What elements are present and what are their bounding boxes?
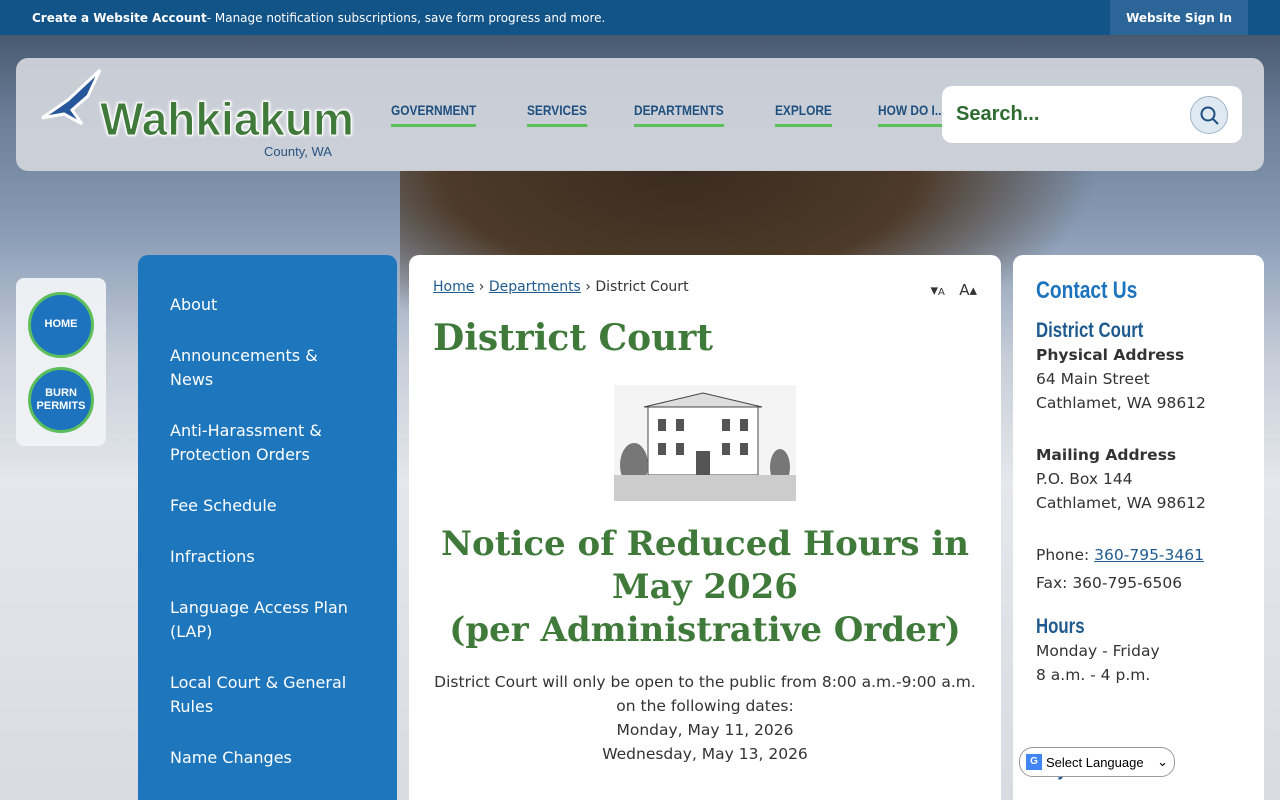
sidebar-item-language-access[interactable]: Language Access Plan (LAP) [138,596,397,644]
notice-heading: Notice of Reduced Hours in May 2026 (per … [440,524,970,650]
search-input[interactable] [956,98,1176,130]
chevron-down-icon: ⌄ [1157,754,1168,769]
sidebar-item-name-changes[interactable]: Name Changes [138,746,397,770]
logo[interactable]: Wahkiakum County, WA [38,66,354,166]
search-box [942,86,1242,143]
contact-title: Contact Us [1036,277,1138,304]
search-icon [1200,106,1219,125]
hours-heading: Hours [1036,615,1085,638]
sidebar-item-anti-harassment[interactable]: Anti-Harassment & Protection Orders [138,419,397,467]
increase-font-button[interactable]: A▴ [959,281,977,299]
page-title: District Court [433,317,713,359]
main-nav: GOVERNMENT SERVICES DEPARTMENTS EXPLORE … [391,102,993,127]
phone-link[interactable]: 360-795-3461 [1094,546,1204,564]
eagle-logo-icon [41,68,102,126]
sidebar-item-about[interactable]: About [138,293,397,317]
contact-panel: Contact Us District Court Physical Addre… [1013,255,1264,800]
nav-departments[interactable]: DEPARTMENTS [633,102,724,127]
courthouse-image [614,385,796,501]
burn-permits-button[interactable]: BURN PERMITS [28,367,94,433]
language-select[interactable]: G Select Language ⌄ [1019,747,1175,777]
sidebar-item-fee-schedule[interactable]: Fee Schedule [138,494,397,518]
logo-text: Wahkiakum [100,93,355,146]
sidebar: About Announcements & News Anti-Harassme… [138,255,397,800]
home-button[interactable]: HOME [28,292,94,358]
notice-body: District Court will only be open to the … [434,673,976,763]
logo-subtext: County, WA [264,144,332,159]
decrease-font-button[interactable]: ▾A [931,281,945,299]
breadcrumb-departments[interactable]: Departments [489,279,581,295]
banner-text: - Manage notification subscriptions, sav… [206,10,606,25]
search-button[interactable] [1190,96,1228,134]
contact-dept: District Court [1036,319,1144,342]
create-account-link[interactable]: Create a Website Account [32,11,207,25]
google-translate-icon: G [1026,754,1042,770]
nav-explore[interactable]: EXPLORE [775,102,833,127]
font-size-controls: ▾A A▴ [931,281,977,299]
sidebar-item-announcements[interactable]: Announcements & News [138,344,397,392]
sidebar-item-local-rules[interactable]: Local Court & General Rules [138,671,397,719]
account-banner[interactable]: Create a Website Account - Manage notifi… [0,0,1280,35]
breadcrumb-home[interactable]: Home [433,279,474,295]
administrative-order-link[interactable]: Administrative Order [540,610,944,650]
quick-links: HOME BURN PERMITS [16,278,106,446]
nav-government[interactable]: GOVERNMENT [391,102,477,127]
nav-how-do-i[interactable]: HOW DO I... [878,102,946,127]
main-content: Home › Departments › District Court ▾A A… [409,255,1001,800]
sidebar-item-infractions[interactable]: Infractions [138,545,397,569]
courthouse-drawing [614,392,796,501]
header: Wahkiakum County, WA GOVERNMENT SERVICES… [16,58,1264,171]
nav-services[interactable]: SERVICES [527,102,588,127]
breadcrumb: Home › Departments › District Court [433,279,689,295]
breadcrumb-current: District Court [595,279,689,295]
website-sign-in-button[interactable]: Website Sign In [1110,0,1248,35]
